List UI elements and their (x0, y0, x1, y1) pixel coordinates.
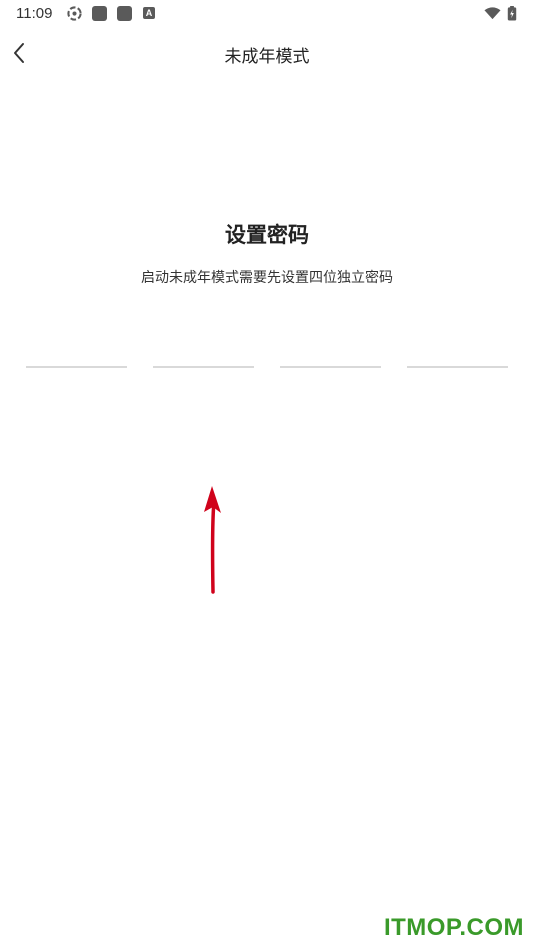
sync-icon (67, 6, 82, 21)
pin-input-group (26, 330, 508, 368)
status-time: 11:09 (16, 5, 53, 22)
pin-digit-4[interactable] (407, 330, 508, 368)
page-title: 未成年模式 (224, 47, 310, 67)
app-icon (117, 6, 132, 21)
font-app-icon: A (143, 7, 155, 19)
pin-digit-3[interactable] (280, 330, 381, 368)
app-icon (92, 6, 107, 21)
set-password-subtitle: 启动未成年模式需要先设置四位独立密码 (141, 270, 393, 286)
battery-icon (507, 6, 517, 21)
nav-bar: 未成年模式 (0, 30, 534, 76)
pin-digit-1[interactable] (26, 330, 127, 368)
annotation-arrow-icon (204, 486, 221, 594)
pin-digit-2[interactable] (153, 330, 254, 368)
set-password-heading: 设置密码 (225, 223, 309, 247)
wifi-icon (484, 7, 501, 20)
watermark: ITMOP.COM (383, 914, 524, 941)
status-bar: 11:09 A (0, 0, 534, 28)
